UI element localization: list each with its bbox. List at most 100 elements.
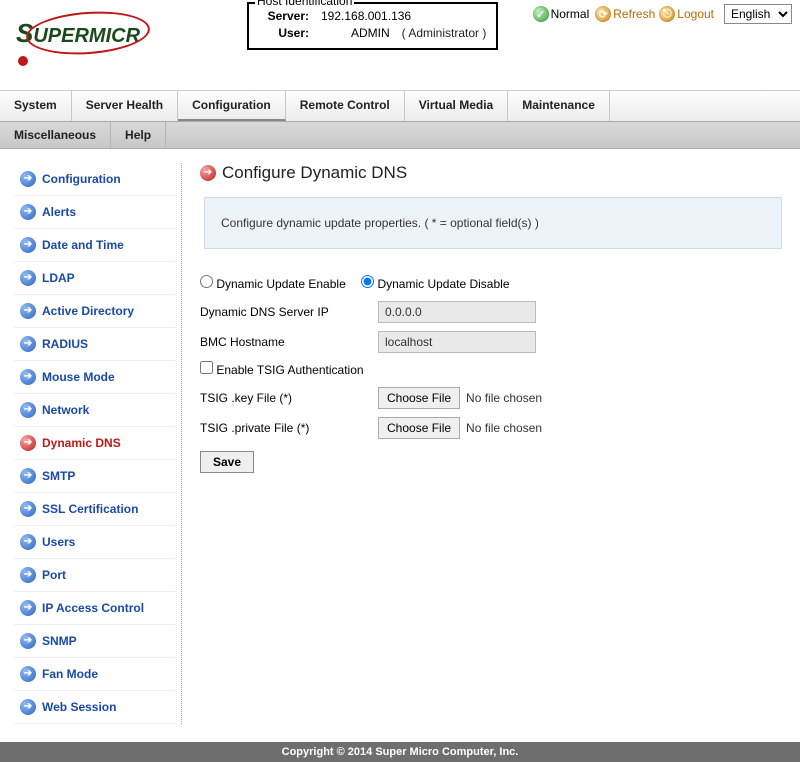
tsig-checkbox-row: Enable TSIG Authentication xyxy=(200,361,786,377)
sidebar-item-mouse-mode[interactable]: Mouse Mode xyxy=(14,361,175,394)
sidebar-item-snmp[interactable]: SNMP xyxy=(14,625,175,658)
arrow-right-icon xyxy=(20,534,36,550)
arrow-right-icon xyxy=(20,204,36,220)
tsig-private-label: TSIG .private File (*) xyxy=(200,421,378,435)
host-identification-box: Host Identification Server: 192.168.001.… xyxy=(247,2,498,50)
sidebar-item-ip-access-control[interactable]: IP Access Control xyxy=(14,592,175,625)
arrow-right-icon xyxy=(20,666,36,682)
sidebar-item-label: Active Directory xyxy=(42,304,134,318)
sidebar-item-ssl-certification[interactable]: SSL Certification xyxy=(14,493,175,526)
arrow-right-icon xyxy=(20,336,36,352)
refresh-link[interactable]: Refresh xyxy=(613,7,655,21)
arrow-right-icon xyxy=(20,369,36,385)
radio-enable[interactable] xyxy=(200,275,213,288)
tsig-key-label: TSIG .key File (*) xyxy=(200,391,378,405)
arrow-right-icon xyxy=(20,171,36,187)
sidebar-item-label: Network xyxy=(42,403,89,417)
menu-item-remote-control[interactable]: Remote Control xyxy=(286,91,405,121)
dns-server-ip-input[interactable] xyxy=(378,301,536,323)
menu-item-server-health[interactable]: Server Health xyxy=(72,91,178,121)
sidebar-item-label: SSL Certification xyxy=(42,502,138,516)
sidebar-item-label: Date and Time xyxy=(42,238,124,252)
arrow-right-icon xyxy=(20,699,36,715)
bmc-hostname-label: BMC Hostname xyxy=(200,335,378,349)
menu-item-virtual-media[interactable]: Virtual Media xyxy=(405,91,508,121)
tsig-private-no-file-text: No file chosen xyxy=(466,421,542,435)
page-title-row: Configure Dynamic DNS xyxy=(200,163,786,183)
top-bar: SUPERMICR Host Identification Server: 19… xyxy=(0,0,800,90)
top-right-controls: ✓ Normal ⟳ Refresh ⎋ Logout English xyxy=(533,2,792,24)
main-content: Configure Dynamic DNS Configure dynamic … xyxy=(182,163,786,724)
logout-icon[interactable]: ⎋ xyxy=(659,6,675,22)
tsig-checkbox-label[interactable]: Enable TSIG Authentication xyxy=(200,363,364,377)
sidebar-item-label: Users xyxy=(42,535,75,549)
radio-disable-label[interactable]: Dynamic Update Disable xyxy=(361,277,509,291)
menu-item-system[interactable]: System xyxy=(0,91,72,121)
arrow-right-icon xyxy=(20,303,36,319)
sub-menu: MiscellaneousHelp xyxy=(0,122,800,149)
sidebar-item-label: Fan Mode xyxy=(42,667,98,681)
arrow-right-icon xyxy=(20,600,36,616)
server-value: 192.168.001.136 xyxy=(315,8,411,25)
tsig-key-no-file-text: No file chosen xyxy=(466,391,542,405)
sidebar-item-port[interactable]: Port xyxy=(14,559,175,592)
page-title: Configure Dynamic DNS xyxy=(222,163,407,183)
sidebar-item-radius[interactable]: RADIUS xyxy=(14,328,175,361)
sidebar: Configuration Alerts Date and Time LDAP Acti… xyxy=(14,163,182,724)
arrow-right-icon xyxy=(20,435,36,451)
sidebar-item-users[interactable]: Users xyxy=(14,526,175,559)
server-label: Server: xyxy=(259,8,315,25)
save-button[interactable]: Save xyxy=(200,451,254,473)
menu-item-configuration[interactable]: Configuration xyxy=(178,91,286,121)
refresh-icon[interactable]: ⟳ xyxy=(595,6,611,22)
arrow-right-icon xyxy=(20,567,36,583)
sidebar-item-web-session[interactable]: Web Session xyxy=(14,691,175,724)
tsig-key-choose-file-button[interactable]: Choose File xyxy=(378,387,460,409)
host-id-legend: Host Identification xyxy=(255,0,354,8)
bmc-hostname-input[interactable] xyxy=(378,331,536,353)
arrow-right-icon xyxy=(20,402,36,418)
sidebar-item-smtp[interactable]: SMTP xyxy=(14,460,175,493)
sidebar-item-label: Configuration xyxy=(42,172,121,186)
sidebar-item-alerts[interactable]: Alerts xyxy=(14,196,175,229)
language-select[interactable]: English xyxy=(724,4,792,24)
sidebar-item-label: Web Session xyxy=(42,700,116,714)
sidebar-item-label: LDAP xyxy=(42,271,75,285)
sidebar-item-network[interactable]: Network xyxy=(14,394,175,427)
sidebar-item-ldap[interactable]: LDAP xyxy=(14,262,175,295)
arrow-right-icon xyxy=(20,501,36,517)
info-box: Configure dynamic update properties. ( *… xyxy=(204,197,782,249)
logo-text-rest: UPERMICR xyxy=(33,25,140,47)
user-role: ( Administrator ) xyxy=(390,25,487,42)
menu-item-maintenance[interactable]: Maintenance xyxy=(508,91,610,121)
sidebar-item-configuration[interactable]: Configuration xyxy=(14,163,175,196)
sidebar-item-label: Dynamic DNS xyxy=(42,436,121,450)
sidebar-item-dynamic-dns[interactable]: Dynamic DNS xyxy=(14,427,175,460)
sidebar-item-label: Alerts xyxy=(42,205,76,219)
logo: SUPERMICR xyxy=(8,8,153,82)
main-menu: SystemServer HealthConfigurationRemote C… xyxy=(0,90,800,122)
user-label: User: xyxy=(259,25,315,42)
status-normal-icon: ✓ xyxy=(533,6,549,22)
logo-text-s: S xyxy=(16,18,33,48)
user-value: ADMIN xyxy=(315,25,390,42)
sidebar-item-label: RADIUS xyxy=(42,337,88,351)
submenu-item-miscellaneous[interactable]: Miscellaneous xyxy=(0,122,111,148)
submenu-item-help[interactable]: Help xyxy=(111,122,166,148)
arrow-right-icon xyxy=(20,237,36,253)
logout-link[interactable]: Logout xyxy=(677,7,714,21)
sidebar-item-active-directory[interactable]: Active Directory xyxy=(14,295,175,328)
dynamic-update-radio-group: Dynamic Update Enable Dynamic Update Dis… xyxy=(200,275,786,291)
sidebar-item-fan-mode[interactable]: Fan Mode xyxy=(14,658,175,691)
sidebar-item-label: Port xyxy=(42,568,66,582)
tsig-checkbox[interactable] xyxy=(200,361,213,374)
arrow-right-icon xyxy=(20,633,36,649)
tsig-private-choose-file-button[interactable]: Choose File xyxy=(378,417,460,439)
radio-disable[interactable] xyxy=(361,275,374,288)
arrow-right-icon xyxy=(20,468,36,484)
page-title-icon xyxy=(200,165,216,181)
radio-enable-label[interactable]: Dynamic Update Enable xyxy=(200,277,349,291)
sidebar-item-label: IP Access Control xyxy=(42,601,144,615)
sidebar-item-date-and-time[interactable]: Date and Time xyxy=(14,229,175,262)
sidebar-item-label: SNMP xyxy=(42,634,77,648)
